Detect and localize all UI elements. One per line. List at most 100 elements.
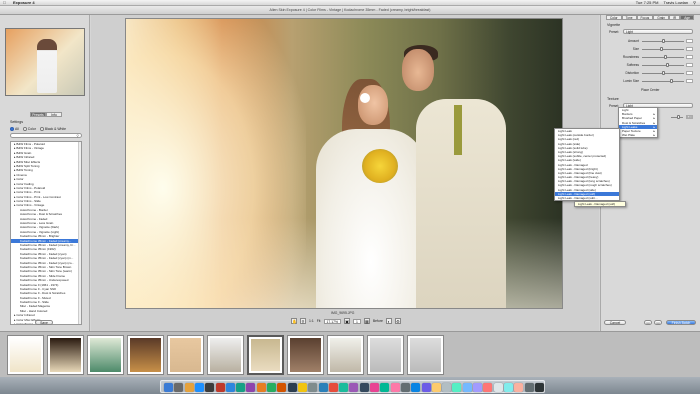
dock-app-icon[interactable] bbox=[318, 383, 328, 392]
dock-app-icon[interactable] bbox=[328, 383, 338, 392]
light-leak-item[interactable]: Light Leak - Damaged (subt... bbox=[555, 196, 619, 200]
dock-app-icon[interactable] bbox=[277, 383, 287, 392]
dock-app-icon[interactable] bbox=[297, 383, 307, 392]
filmstrip-thumbnail[interactable] bbox=[207, 335, 244, 375]
vignette-preset-select[interactable]: Light bbox=[623, 29, 693, 34]
dock-app-icon[interactable] bbox=[205, 383, 215, 392]
dock-app-icon[interactable] bbox=[390, 383, 400, 392]
tab-presets[interactable]: Presets bbox=[30, 112, 46, 117]
preset-scrollbar[interactable] bbox=[78, 142, 81, 324]
preset-item[interactable]: Kodachrome 35mm - Faded (cyan) (m... bbox=[11, 256, 81, 260]
hand-tool-icon[interactable]: ✋ bbox=[291, 318, 297, 324]
slider-knob[interactable] bbox=[662, 71, 665, 75]
slider-value[interactable] bbox=[686, 79, 693, 83]
dock-app-icon[interactable] bbox=[339, 383, 349, 392]
filmstrip-thumbnail[interactable] bbox=[407, 335, 444, 375]
save-button[interactable]: Save bbox=[35, 320, 53, 325]
dock-app-icon[interactable] bbox=[452, 383, 462, 392]
dock-app-icon[interactable] bbox=[380, 383, 390, 392]
dock-app-icon[interactable] bbox=[308, 383, 318, 392]
filter-bw[interactable]: Black & White bbox=[39, 127, 66, 132]
apple-icon[interactable]:  bbox=[3, 0, 6, 5]
dock-app-icon[interactable] bbox=[431, 383, 441, 392]
dock-app-icon[interactable] bbox=[246, 383, 256, 392]
filter-all[interactable]: All bbox=[10, 127, 19, 132]
dock-app-icon[interactable] bbox=[215, 383, 225, 392]
slider-value[interactable] bbox=[686, 39, 693, 43]
dock-app-icon[interactable] bbox=[503, 383, 513, 392]
zoom-fit[interactable]: Fit bbox=[317, 319, 321, 323]
texture-menu-item[interactable]: Wet Plate ▸ bbox=[619, 133, 657, 137]
dock-app-icon[interactable] bbox=[411, 383, 421, 392]
slider-value[interactable] bbox=[686, 47, 693, 51]
dock-app-icon[interactable] bbox=[524, 383, 534, 392]
filter-color[interactable]: Color bbox=[22, 127, 36, 132]
filmstrip-thumbnail[interactable] bbox=[287, 335, 324, 375]
tab-info[interactable]: Info bbox=[46, 112, 62, 117]
preset-search-input[interactable]: ⚲ bbox=[10, 133, 82, 138]
slider-knob[interactable] bbox=[660, 47, 663, 51]
filmstrip-thumbnail[interactable] bbox=[127, 335, 164, 375]
slider-knob[interactable] bbox=[666, 63, 669, 67]
dock-app-icon[interactable] bbox=[534, 383, 544, 392]
dock-app-icon[interactable] bbox=[267, 383, 276, 392]
app-menu[interactable]: Exposure 4 bbox=[13, 0, 35, 5]
dock-app-icon[interactable] bbox=[493, 383, 503, 392]
dock-app-icon[interactable] bbox=[400, 383, 410, 392]
dock-app-icon[interactable] bbox=[359, 383, 369, 392]
dock-app-icon[interactable] bbox=[236, 383, 246, 392]
slider-value[interactable] bbox=[686, 55, 693, 59]
dock-app-icon[interactable] bbox=[483, 383, 493, 392]
tab-color[interactable]: Color bbox=[606, 15, 622, 20]
dock-app-icon[interactable] bbox=[349, 383, 359, 392]
dock-app-icon[interactable] bbox=[473, 383, 482, 392]
slider-value[interactable] bbox=[686, 63, 693, 67]
dock-app-icon[interactable] bbox=[421, 383, 431, 392]
user-name[interactable]: Travis Lowlan bbox=[664, 0, 689, 5]
navigator-thumbnail[interactable] bbox=[5, 28, 85, 96]
dock-app-icon[interactable] bbox=[256, 383, 266, 392]
batch-icon-button[interactable]: ▭ bbox=[644, 320, 652, 325]
split-view-icon[interactable]: ▣ bbox=[344, 318, 350, 324]
clock[interactable]: Tue 7:25 PM bbox=[636, 0, 659, 5]
filmstrip-thumbnail[interactable] bbox=[327, 335, 364, 375]
dock-app-icon[interactable] bbox=[164, 383, 173, 392]
dock-app-icon[interactable] bbox=[194, 383, 204, 392]
dock-app-icon[interactable] bbox=[225, 383, 235, 392]
slider-track[interactable] bbox=[642, 81, 684, 82]
batch-icon-button-2[interactable]: ▭ bbox=[654, 320, 662, 325]
texture-amount-knob[interactable] bbox=[677, 115, 680, 119]
preview-image[interactable] bbox=[125, 18, 563, 309]
dock-app-icon[interactable] bbox=[174, 383, 184, 392]
tab-ir[interactable]: IR bbox=[669, 15, 681, 20]
before-toggle-icon[interactable]: ◐ bbox=[385, 318, 392, 324]
slider-knob[interactable] bbox=[664, 55, 667, 59]
zoom-1to1[interactable]: 1:1 bbox=[309, 319, 314, 323]
dock-app-icon[interactable] bbox=[462, 383, 472, 392]
dock-app-icon[interactable] bbox=[370, 383, 379, 392]
page-field[interactable]: 1 bbox=[353, 318, 361, 324]
preset-list[interactable]: ▸ B&W Films - Polaroid ▸ B&W Films - Vint… bbox=[10, 141, 82, 325]
zoom-tool-icon[interactable]: ⚲ bbox=[300, 318, 306, 324]
filmstrip-thumbnail[interactable] bbox=[87, 335, 124, 375]
slider-knob[interactable] bbox=[662, 39, 665, 43]
place-center-button[interactable]: Place Center bbox=[641, 88, 659, 92]
before-label[interactable]: Before bbox=[373, 319, 383, 323]
slider-track[interactable] bbox=[642, 65, 684, 66]
slider-knob[interactable] bbox=[670, 79, 673, 83]
filmstrip-thumbnail[interactable] bbox=[47, 335, 84, 375]
filmstrip-thumbnail[interactable] bbox=[247, 335, 284, 375]
filmstrip-thumbnail[interactable] bbox=[167, 335, 204, 375]
settings-gear-icon[interactable]: ⚙ bbox=[394, 318, 401, 324]
slider-track[interactable] bbox=[642, 49, 684, 50]
zoom-value[interactable]: 17.17% bbox=[323, 318, 341, 324]
spotlight-icon[interactable]: ⚲ bbox=[693, 0, 696, 5]
compare-icon[interactable]: ▦ bbox=[363, 318, 370, 324]
tab-focus[interactable]: Focus bbox=[636, 15, 654, 20]
dock-app-icon[interactable] bbox=[514, 383, 524, 392]
tab-age[interactable]: Age bbox=[680, 15, 694, 20]
filmstrip-thumbnail[interactable] bbox=[7, 335, 44, 375]
dock-app-icon[interactable] bbox=[184, 383, 194, 392]
slider-value[interactable] bbox=[686, 71, 693, 75]
tab-grain[interactable]: Grain bbox=[653, 15, 670, 20]
